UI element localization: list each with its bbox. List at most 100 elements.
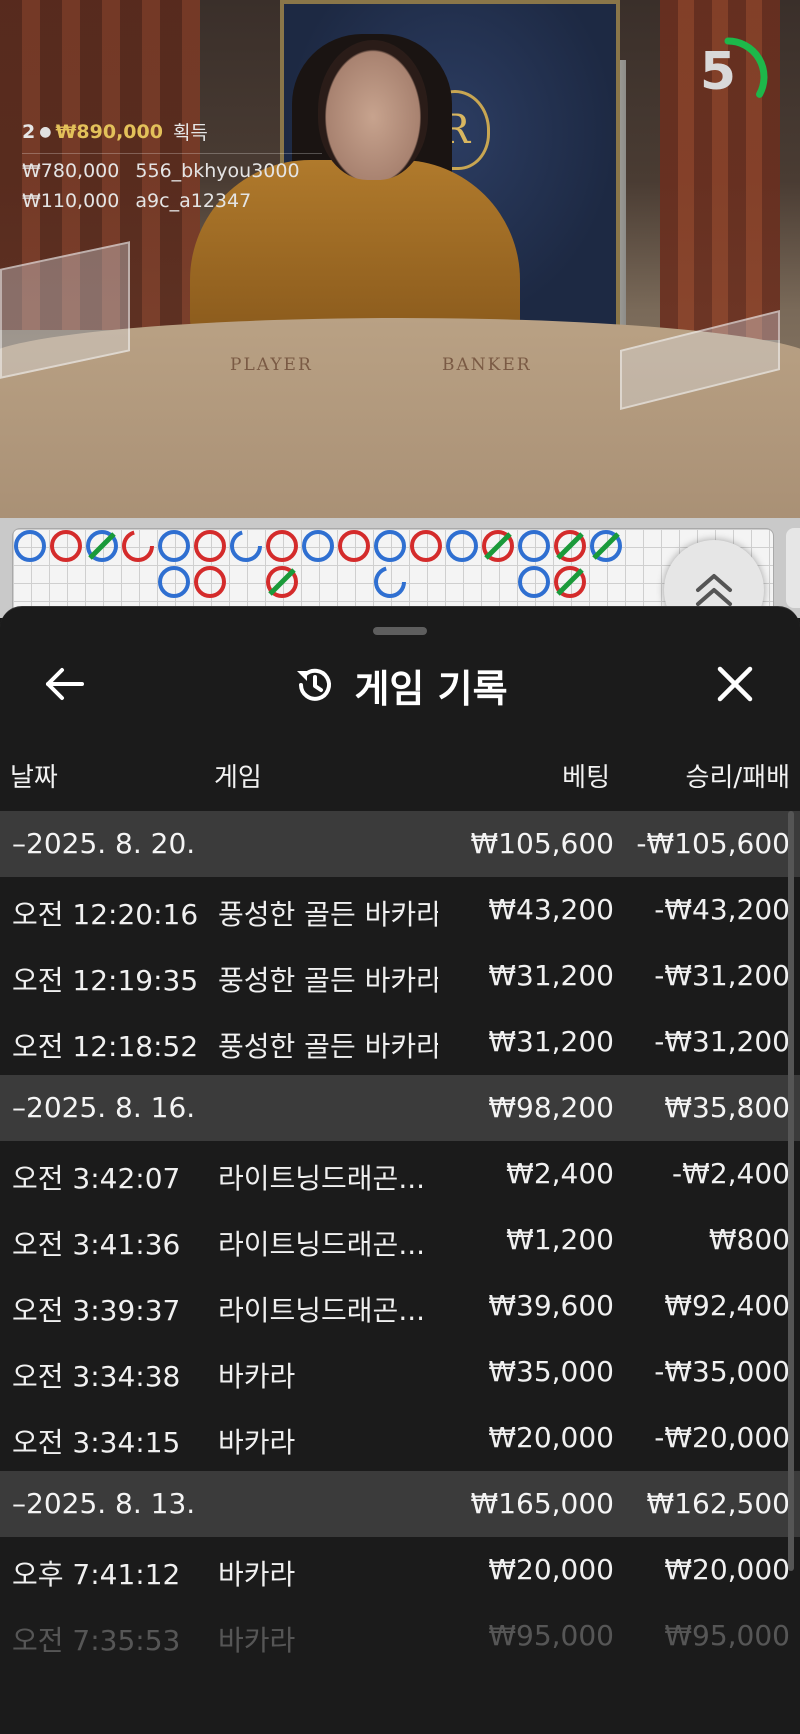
bead-road: [14, 530, 622, 598]
table-label-banker: BANKER: [442, 355, 532, 375]
date-group-row[interactable]: –2025. 8. 20. ₩105,600 -₩105,600: [0, 811, 800, 877]
row-time: 오전 7:35:53: [12, 1624, 181, 1657]
history-row[interactable]: 오전 3:42:07 라이트닝드래곤... ₩2,400 -₩2,400: [0, 1141, 800, 1207]
row-time: 오전 12:18:52: [12, 1030, 199, 1063]
row-bet: ₩2,400: [506, 1157, 614, 1190]
winners-divider: [22, 153, 322, 154]
row-time: 오전 3:41:36: [12, 1228, 181, 1261]
player-bead: [302, 530, 334, 562]
row-bet: ₩20,000: [488, 1421, 614, 1454]
date-group-row[interactable]: –2025. 8. 13. ₩165,000 ₩162,500: [0, 1471, 800, 1537]
column-header-game: 게임: [214, 763, 262, 793]
row-time: 오전 12:19:35: [12, 964, 199, 997]
banker-bead: [194, 566, 226, 598]
sheet-header: 게임 기록: [0, 657, 800, 713]
banker-bead: [266, 530, 298, 562]
row-bet: ₩31,200: [488, 959, 614, 992]
row-result: ₩800: [708, 1223, 790, 1256]
row-game: 라이트닝드래곤...: [218, 1228, 426, 1261]
tie-mark: [268, 568, 296, 596]
tie-mark: [88, 532, 116, 560]
row-game: 바카라: [218, 1426, 296, 1459]
live-video: R PLAYER BANKER 2 ● ₩890,000 획득 ₩780,000…: [0, 0, 800, 518]
close-button[interactable]: [710, 659, 760, 709]
player-bead: [230, 530, 262, 562]
player-bead: [14, 530, 46, 562]
row-result: -₩31,200: [654, 1025, 790, 1058]
row-bet: ₩20,000: [488, 1553, 614, 1586]
page-title: 게임 기록: [354, 666, 508, 711]
row-result: -₩31,200: [654, 959, 790, 992]
row-bet: ₩95,000: [488, 1619, 614, 1652]
group-bet-total: ₩98,200: [488, 1091, 614, 1124]
row-bet: ₩39,600: [488, 1289, 614, 1322]
row-time: 오전 3:34:38: [12, 1360, 181, 1393]
column-header-bet: 베팅: [562, 763, 610, 793]
row-result: -₩2,400: [672, 1157, 790, 1190]
countdown-number: 5: [699, 42, 737, 102]
row-result: ₩20,000: [664, 1553, 790, 1586]
winner-amount: ₩110,000: [22, 190, 120, 212]
row-result: -₩43,200: [654, 893, 790, 926]
player-bead: [158, 530, 190, 562]
history-row[interactable]: 오전 7:35:53 바카라 ₩95,000 ₩95,000: [0, 1603, 800, 1669]
sheet-drag-handle[interactable]: [373, 627, 427, 635]
person-icon: ●: [39, 123, 52, 140]
table-header: 날짜 게임 베팅 승리/패배: [0, 747, 800, 797]
player-bead: [518, 566, 550, 598]
player-bead: [518, 530, 550, 562]
player-bead: [374, 530, 406, 562]
group-date: –2025. 8. 16.: [12, 1091, 196, 1124]
row-result: ₩92,400: [664, 1289, 790, 1322]
history-row[interactable]: 오전 3:39:37 라이트닝드래곤... ₩39,600 ₩92,400: [0, 1273, 800, 1339]
row-game: 라이트닝드래곤...: [218, 1162, 426, 1195]
banker-bead: [50, 530, 82, 562]
history-row[interactable]: 오전 3:34:38 바카라 ₩35,000 -₩35,000: [0, 1339, 800, 1405]
history-row[interactable]: 오전 3:41:36 라이트닝드래곤... ₩1,200 ₩800: [0, 1207, 800, 1273]
row-game: 바카라: [218, 1360, 296, 1393]
row-game: 라이트닝드래곤...: [218, 1294, 426, 1327]
winner-user: 556_bkhyou3000: [135, 160, 300, 182]
row-time: 오전 3:42:07: [12, 1162, 181, 1195]
row-time: 오전 3:39:37: [12, 1294, 181, 1327]
side-tab[interactable]: [786, 528, 800, 608]
countdown-timer: 5: [686, 30, 770, 124]
tie-mark: [556, 532, 584, 560]
column-header-date: 날짜: [10, 763, 58, 793]
row-result: ₩95,000: [664, 1619, 790, 1652]
close-icon: [717, 666, 753, 702]
table-label-player: PLAYER: [230, 355, 313, 375]
winners-headline: 2 ● ₩890,000 획득: [22, 118, 322, 145]
player-bead: [374, 566, 406, 598]
date-group-row[interactable]: –2025. 8. 16. ₩98,200 ₩35,800: [0, 1075, 800, 1141]
history-row[interactable]: 오전 3:34:15 바카라 ₩20,000 -₩20,000: [0, 1405, 800, 1471]
group-bet-total: ₩165,000: [470, 1487, 614, 1520]
player-bead: [446, 530, 478, 562]
row-time: 오후 7:41:12: [12, 1558, 181, 1591]
row-bet: ₩35,000: [488, 1355, 614, 1388]
history-clock-icon: [297, 668, 332, 701]
row-game: 풍성한 골든 바카라: [218, 898, 438, 931]
winner-entry: ₩780,000 556_bkhyou3000: [22, 160, 322, 182]
winners-panel: 2 ● ₩890,000 획득 ₩780,000 556_bkhyou3000 …: [22, 118, 322, 220]
winner-total: ₩890,000: [55, 120, 163, 143]
chevron-double-up-icon: [696, 574, 732, 606]
group-result-total: ₩162,500: [646, 1487, 790, 1520]
winner-amount: ₩780,000: [22, 160, 120, 182]
row-game: 풍성한 골든 바카라: [218, 1030, 438, 1063]
banker-bead: [194, 530, 226, 562]
group-bet-total: ₩105,600: [470, 827, 614, 860]
history-row[interactable]: 오전 12:19:35 풍성한 골든 바카라 ₩31,200 -₩31,200: [0, 943, 800, 1009]
history-row[interactable]: 오전 12:20:16 풍성한 골든 바카라 ₩43,200 -₩43,200: [0, 877, 800, 943]
row-result: -₩20,000: [654, 1421, 790, 1454]
row-bet: ₩43,200: [488, 893, 614, 926]
scrollbar[interactable]: [788, 811, 794, 1571]
row-bet: ₩31,200: [488, 1025, 614, 1058]
winner-user: a9c_a12347: [135, 190, 252, 212]
group-result-total: -₩105,600: [636, 827, 790, 860]
winner-entry: ₩110,000 a9c_a12347: [22, 190, 322, 212]
banker-bead: [338, 530, 370, 562]
history-row[interactable]: 오후 7:41:12 바카라 ₩20,000 ₩20,000: [0, 1537, 800, 1603]
row-bet: ₩1,200: [506, 1223, 614, 1256]
history-row[interactable]: 오전 12:18:52 풍성한 골든 바카라 ₩31,200 -₩31,200: [0, 1009, 800, 1075]
